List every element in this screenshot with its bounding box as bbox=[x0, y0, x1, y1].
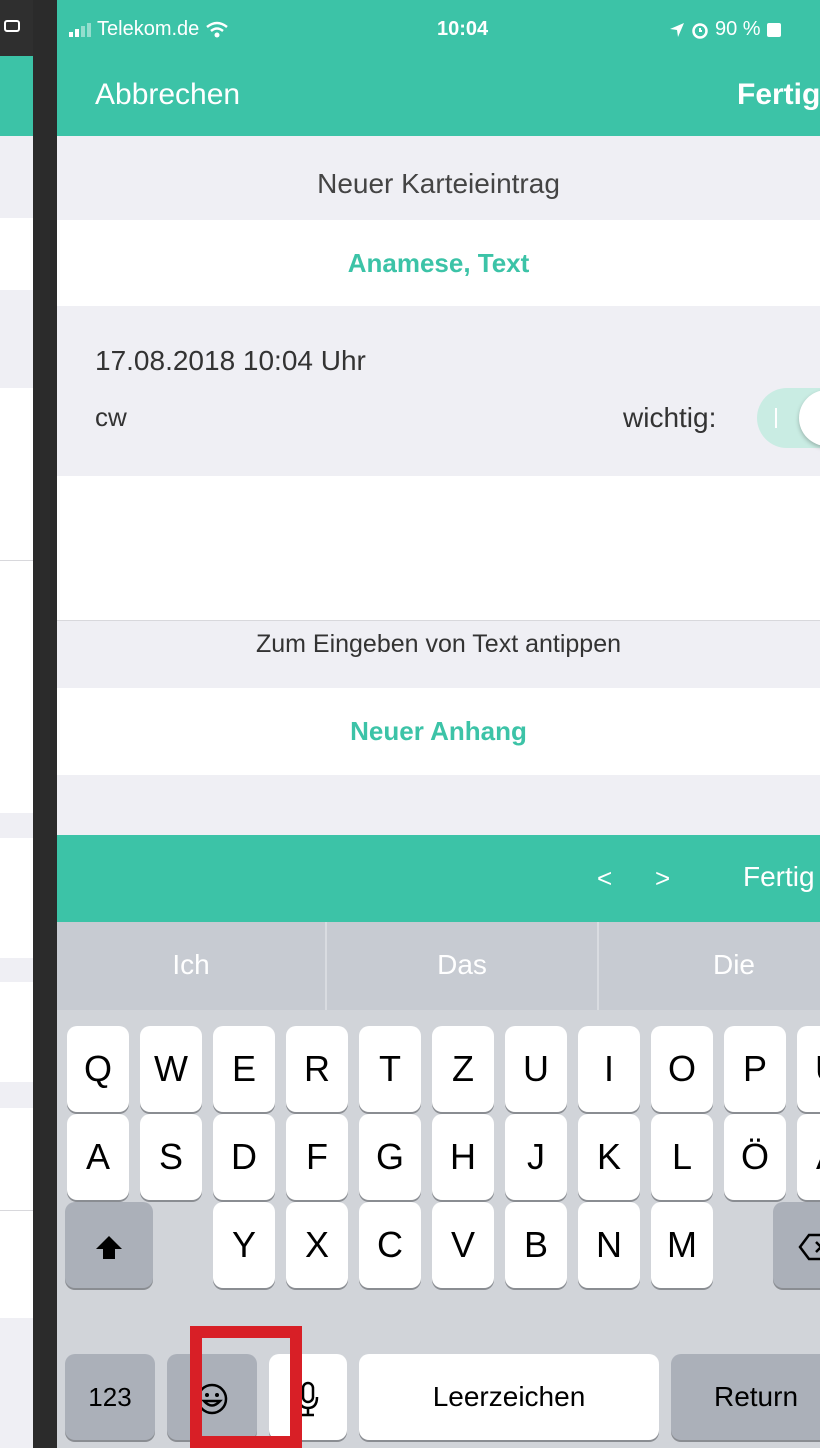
suggestion-bar: Ich Das Die bbox=[57, 922, 820, 1010]
important-label: wichtig: bbox=[623, 402, 717, 433]
key-x[interactable]: X bbox=[286, 1202, 348, 1288]
cancel-button[interactable]: Abbrechen bbox=[95, 78, 240, 112]
numbers-key[interactable]: 123 bbox=[65, 1354, 155, 1440]
key-q[interactable]: Q bbox=[67, 1026, 129, 1112]
shift-icon bbox=[96, 1236, 122, 1260]
background-row bbox=[0, 838, 33, 958]
suggestion-1[interactable]: Ich bbox=[57, 922, 325, 1010]
key-k[interactable]: K bbox=[578, 1114, 640, 1200]
new-attachment-label: Neuer Anhang bbox=[350, 716, 527, 746]
next-field-button[interactable]: > bbox=[655, 863, 670, 894]
section-title: Neuer Karteieintrag bbox=[317, 168, 560, 199]
key-a[interactable]: A bbox=[67, 1114, 129, 1200]
entry-date: 17.08.2018 10:04 Uhr bbox=[95, 345, 366, 376]
new-attachment-row[interactable]: Neuer Anhang bbox=[57, 688, 820, 775]
entry-type-row[interactable]: Anamese, Text bbox=[57, 220, 820, 306]
entry-screen: Telekom.de 10:04 90 % Abbrechen Fertig N… bbox=[57, 0, 820, 1448]
key-z[interactable]: Z bbox=[432, 1026, 494, 1112]
key-o[interactable]: O bbox=[651, 1026, 713, 1112]
key-h[interactable]: H bbox=[432, 1114, 494, 1200]
key-m[interactable]: M bbox=[651, 1202, 713, 1288]
toggle-knob bbox=[799, 390, 820, 446]
key-b[interactable]: B bbox=[505, 1202, 567, 1288]
text-input-area[interactable] bbox=[57, 476, 820, 621]
key-w[interactable]: W bbox=[140, 1026, 202, 1112]
status-time: 10:04 bbox=[437, 18, 489, 40]
background-row bbox=[0, 388, 33, 813]
location-arrow-icon bbox=[670, 22, 684, 37]
keyboard: Ich Das Die 123 Leerzeichen Return Q W E… bbox=[57, 922, 820, 1448]
background-divider bbox=[0, 560, 33, 561]
nav-bar: Abbrechen Fertig bbox=[57, 56, 820, 136]
battery-icon bbox=[766, 22, 781, 37]
key-f[interactable]: F bbox=[286, 1114, 348, 1200]
return-key[interactable]: Return bbox=[671, 1354, 820, 1440]
highlight-annotation bbox=[190, 1326, 302, 1448]
background-row bbox=[0, 218, 33, 290]
key-i[interactable]: I bbox=[578, 1026, 640, 1112]
entry-type-label: Anamese, Text bbox=[347, 248, 530, 278]
text-input-hint: Zum Eingeben von Text antippen bbox=[255, 630, 622, 658]
key-ä[interactable]: Ä bbox=[797, 1114, 820, 1200]
keyboard-done-button[interactable]: Fertig bbox=[743, 861, 815, 893]
status-bar: Telekom.de 10:04 90 % bbox=[57, 0, 820, 56]
shift-key[interactable] bbox=[65, 1202, 153, 1288]
status-right: 90 % bbox=[669, 18, 781, 41]
background-row bbox=[0, 982, 33, 1082]
toggle-on-indicator bbox=[775, 408, 777, 428]
key-d[interactable]: D bbox=[213, 1114, 275, 1200]
key-y[interactable]: Y bbox=[213, 1202, 275, 1288]
carrier-name: Telekom.de bbox=[97, 18, 200, 40]
key-u[interactable]: U bbox=[505, 1026, 567, 1112]
key-c[interactable]: C bbox=[359, 1202, 421, 1288]
delete-icon bbox=[798, 1234, 820, 1261]
key-ü[interactable]: Ü bbox=[797, 1026, 820, 1112]
background-row bbox=[0, 1108, 33, 1318]
signal-icon bbox=[69, 22, 91, 37]
done-button[interactable]: Fertig bbox=[737, 78, 820, 112]
key-l[interactable]: L bbox=[651, 1114, 713, 1200]
key-ö[interactable]: Ö bbox=[724, 1114, 786, 1200]
key-j[interactable]: J bbox=[505, 1114, 567, 1200]
key-n[interactable]: N bbox=[578, 1202, 640, 1288]
battery-icon bbox=[4, 20, 20, 32]
alarm-icon bbox=[692, 22, 708, 39]
carrier-info: Telekom.de bbox=[69, 18, 229, 41]
delete-key[interactable] bbox=[773, 1202, 820, 1288]
suggestion-2[interactable]: Das bbox=[327, 922, 597, 1010]
previous-field-button[interactable]: < bbox=[597, 863, 612, 894]
key-s[interactable]: S bbox=[140, 1114, 202, 1200]
key-e[interactable]: E bbox=[213, 1026, 275, 1112]
keyboard-accessory-bar: < > Fertig bbox=[57, 835, 820, 922]
key-v[interactable]: V bbox=[432, 1202, 494, 1288]
key-p[interactable]: P bbox=[724, 1026, 786, 1112]
suggestion-3[interactable]: Die bbox=[599, 922, 820, 1010]
battery-percent: 90 % bbox=[715, 18, 761, 40]
key-r[interactable]: R bbox=[286, 1026, 348, 1112]
key-g[interactable]: G bbox=[359, 1114, 421, 1200]
entry-user: cw bbox=[95, 402, 127, 432]
key-t[interactable]: T bbox=[359, 1026, 421, 1112]
important-toggle[interactable] bbox=[757, 388, 820, 448]
background-divider bbox=[0, 1210, 33, 1211]
background-screen bbox=[0, 0, 33, 1448]
wifi-icon bbox=[206, 21, 229, 37]
space-key[interactable]: Leerzeichen bbox=[359, 1354, 659, 1440]
